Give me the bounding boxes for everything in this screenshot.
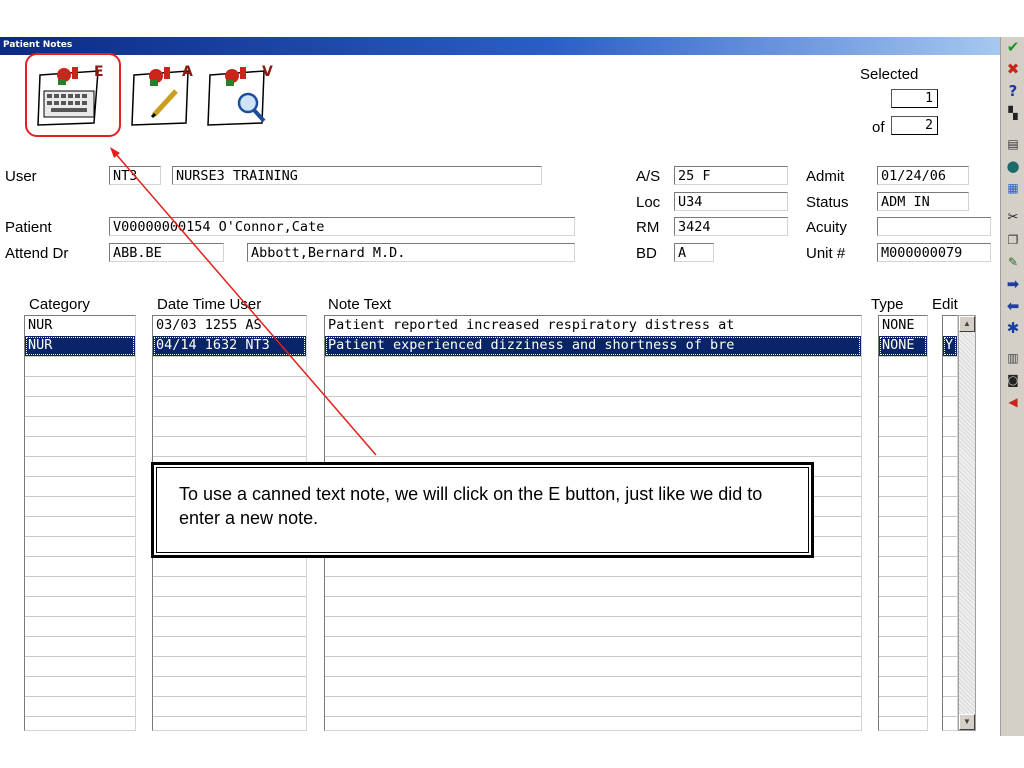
callout-text: To use a canned text note, we will click… [156, 467, 809, 553]
scroll-down-icon[interactable]: ▼ [959, 714, 975, 730]
window-title: Patient Notes [0, 37, 1000, 55]
copy-icon[interactable]: ❐ [1005, 232, 1021, 248]
category-header: Category [29, 296, 90, 313]
as-label: A/S [636, 168, 661, 185]
cut-icon[interactable]: ✂ [1005, 210, 1021, 226]
globe-icon[interactable]: ● [1005, 158, 1021, 174]
check-icon[interactable]: ✔ [1005, 39, 1021, 55]
user-name-field[interactable]: NURSE3 TRAINING [172, 166, 542, 185]
table-row[interactable] [943, 316, 957, 336]
note-text-header: Note Text [328, 296, 392, 313]
view-note-button[interactable]: V [204, 61, 273, 131]
status-label: Status [806, 194, 849, 211]
bd-field: A [674, 243, 714, 262]
edit-column: Y [942, 315, 958, 731]
table-row[interactable]: NUR [25, 336, 135, 356]
rm-field: 3424 [674, 217, 788, 236]
acuity-field[interactable] [877, 217, 991, 236]
calendar-icon[interactable]: ▥ [1005, 350, 1021, 366]
camera-icon[interactable]: ◙ [1005, 372, 1021, 388]
user-label: User [5, 168, 37, 185]
binoculars-icon[interactable]: ▚ [1005, 105, 1021, 121]
user-code-field[interactable]: NT3 [109, 166, 161, 185]
unit-label: Unit # [806, 245, 846, 262]
as-field: 25 F [674, 166, 788, 185]
bd-label: BD [636, 245, 657, 262]
scroll-up-icon[interactable]: ▲ [959, 316, 975, 332]
attend-dr-label: Attend Dr [5, 245, 69, 262]
total-count: 2 [891, 116, 938, 135]
right-toolbar: ✔ ✖ ? ▚ ▤ ● ▦ ✂ ❐ ✎ ➡ ⬅ ✱ ▥ ◙ ◀ [1000, 37, 1024, 736]
table-row[interactable]: 03/03 1255 AS [153, 316, 306, 336]
forward-arrow-icon[interactable]: ➡ [1005, 276, 1021, 292]
category-column: NUR NUR [24, 315, 136, 731]
add-note-button[interactable]: A [128, 61, 196, 131]
paste-icon[interactable]: ✎ [1005, 254, 1021, 270]
loc-label: Loc [636, 194, 661, 211]
print-icon[interactable]: ▤ [1005, 136, 1021, 152]
of-label: of [872, 119, 885, 136]
table-row[interactable]: Patient experienced dizziness and shortn… [325, 336, 861, 356]
admit-label: Admit [806, 168, 845, 185]
back-arrow-icon[interactable]: ⬅ [1005, 298, 1021, 314]
table-row[interactable]: Y [943, 336, 957, 356]
tutorial-callout: To use a canned text note, we will click… [151, 462, 814, 558]
attend-name-field[interactable]: Abbott,Bernard M.D. [247, 243, 575, 262]
exit-icon[interactable]: ◀ [1005, 394, 1021, 410]
edit-header: Edit [932, 296, 958, 313]
selected-count: 1 [891, 89, 938, 108]
table-edit-icon[interactable]: ▦ [1005, 180, 1021, 196]
table-row[interactable]: NONE [879, 336, 927, 356]
type-header: Type [871, 296, 904, 313]
unit-field: M000000079 [877, 243, 991, 262]
table-row[interactable]: NUR [25, 316, 135, 336]
asterisk-icon[interactable]: ✱ [1005, 320, 1021, 336]
grid-scrollbar[interactable]: ▲ ▼ [958, 315, 976, 731]
patient-field[interactable]: V00000000154 O'Connor,Cate [109, 217, 575, 236]
patient-label: Patient [5, 219, 52, 236]
table-row[interactable]: 04/14 1632 NT3 [153, 336, 306, 356]
table-row[interactable]: Patient reported increased respiratory d… [325, 316, 861, 336]
cancel-icon[interactable]: ✖ [1005, 61, 1021, 77]
type-column: NONE NONE [878, 315, 928, 731]
acuity-label: Acuity [806, 219, 847, 236]
status-field: ADM IN [877, 192, 969, 211]
admit-field: 01/24/06 [877, 166, 969, 185]
selected-label: Selected [860, 66, 919, 83]
rm-label: RM [636, 219, 660, 236]
attend-code-field[interactable]: ABB.BE [109, 243, 224, 262]
table-row[interactable]: NONE [879, 316, 927, 336]
help-icon[interactable]: ? [1005, 83, 1021, 99]
enter-button-highlight [25, 53, 121, 137]
datetime-header: Date Time User [157, 296, 262, 313]
loc-field: U34 [674, 192, 788, 211]
